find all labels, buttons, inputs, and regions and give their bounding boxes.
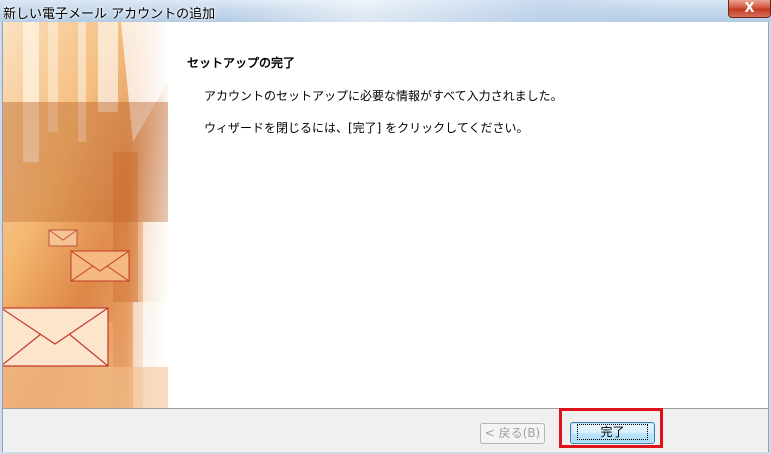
wizard-content: セットアップの完了 アカウントのセットアップに必要な情報がすべて入力されました。… — [187, 54, 747, 151]
completion-message: アカウントのセットアップに必要な情報がすべて入力されました。 — [204, 89, 563, 103]
page-title: セットアップの完了 — [187, 56, 296, 70]
finish-instruction: ウィザードを閉じるには、[完了] をクリックしてください。 — [204, 121, 529, 135]
close-button[interactable]: X — [728, 0, 771, 18]
envelope-banner-icon — [3, 22, 168, 409]
wizard-footer: < 戻る(B) 完了 — [3, 408, 768, 452]
title-bar-glass — [225, 0, 685, 22]
wizard-dialog: セットアップの完了 アカウントのセットアップに必要な情報がすべて入力されました。… — [2, 22, 769, 452]
title-bar[interactable]: 新しい電子メール アカウントの追加 X — [0, 0, 771, 22]
wizard-side-image — [3, 22, 168, 409]
back-button[interactable]: < 戻る(B) — [480, 423, 545, 444]
small-envelope — [48, 229, 78, 247]
finish-button[interactable]: 完了 — [570, 422, 655, 444]
finish-button-label: 完了 — [577, 424, 648, 440]
close-icon: X — [744, 1, 755, 16]
window-title: 新しい電子メール アカウントの追加 — [3, 7, 216, 22]
